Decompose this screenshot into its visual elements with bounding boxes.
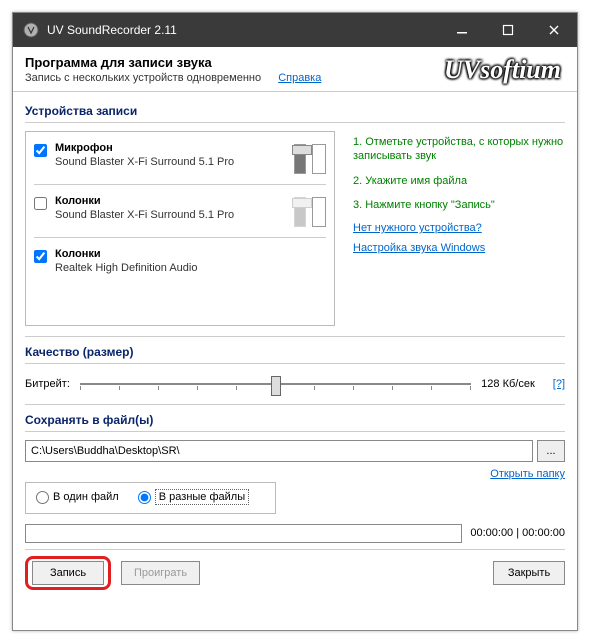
titlebar: UV SoundRecorder 2.11 [13,13,577,47]
volume-slider[interactable] [294,197,306,227]
file-mode-group: В один файл В разные файлы [25,482,276,514]
device-driver: Sound Blaster X-Fi Surround 5.1 Pro [55,209,288,221]
devices-section-title: Устройства записи [25,104,565,118]
volume-slider[interactable] [294,144,306,174]
tip-text: 1. Отметьте устройства, с которых нужно … [353,135,565,164]
play-button[interactable]: Проиграть [121,561,200,585]
window-title: UV SoundRecorder 2.11 [47,23,439,37]
progress-bar [25,524,462,543]
one-file-radio[interactable] [36,491,49,504]
bitrate-value: 128 Кб/сек [481,378,535,390]
device-driver: Sound Blaster X-Fi Surround 5.1 Pro [55,156,288,168]
windows-sound-link[interactable]: Настройка звука Windows [353,242,565,254]
save-path-input[interactable] [25,440,533,462]
app-subtitle: Запись с нескольких устройств одновремен… [25,72,444,84]
close-app-button[interactable]: Закрыть [493,561,565,585]
device-list[interactable]: Микрофон Sound Blaster X-Fi Surround 5.1… [25,131,335,326]
save-section-title: Сохранять в файл(ы) [25,413,565,427]
bitrate-help-link[interactable]: [?] [553,378,565,390]
device-row: Микрофон Sound Blaster X-Fi Surround 5.1… [34,138,326,178]
one-file-radio-label[interactable]: В один файл [36,491,119,504]
device-checkbox[interactable] [34,144,47,157]
browse-button[interactable]: ... [537,440,565,462]
device-name: Колонки [55,248,326,260]
record-button[interactable]: Запись [32,561,104,585]
device-checkbox[interactable] [34,250,47,263]
window-buttons [439,13,577,47]
tip-text: 3. Нажмите кнопку "Запись" [353,198,565,212]
time-display: 00:00:00 | 00:00:00 [470,527,565,539]
open-folder-link[interactable]: Открыть папку [490,468,565,480]
brand-logo: UVsoftium [444,55,565,85]
app-window: UV SoundRecorder 2.11 Программа для запи… [12,12,578,631]
device-name: Колонки [55,195,288,207]
content: Устройства записи Микрофон Sound Blaster… [13,92,577,600]
level-meter [312,197,326,227]
device-name: Микрофон [55,142,288,154]
multi-file-radio[interactable] [138,491,151,504]
device-driver: Realtek High Definition Audio [55,262,326,274]
app-title: Программа для записи звука [25,55,444,70]
multi-file-radio-label[interactable]: В разные файлы [138,489,249,505]
header: Программа для записи звука Запись с неск… [13,47,577,92]
device-checkbox[interactable] [34,197,47,210]
bitrate-label: Битрейт: [25,378,70,390]
device-row: Колонки Realtek High Definition Audio [34,244,326,278]
minimize-button[interactable] [439,13,485,47]
no-device-link[interactable]: Нет нужного устройства? [353,222,565,234]
close-button[interactable] [531,13,577,47]
record-highlight: Запись [25,556,111,590]
quality-section-title: Качество (размер) [25,345,565,359]
tip-text: 2. Укажите имя файла [353,174,565,188]
tips-panel: 1. Отметьте устройства, с которых нужно … [347,131,565,326]
help-link[interactable]: Справка [278,72,321,84]
level-meter [312,144,326,174]
app-icon [23,22,39,38]
maximize-button[interactable] [485,13,531,47]
device-row: Колонки Sound Blaster X-Fi Surround 5.1 … [34,191,326,231]
bitrate-slider[interactable] [80,372,471,396]
